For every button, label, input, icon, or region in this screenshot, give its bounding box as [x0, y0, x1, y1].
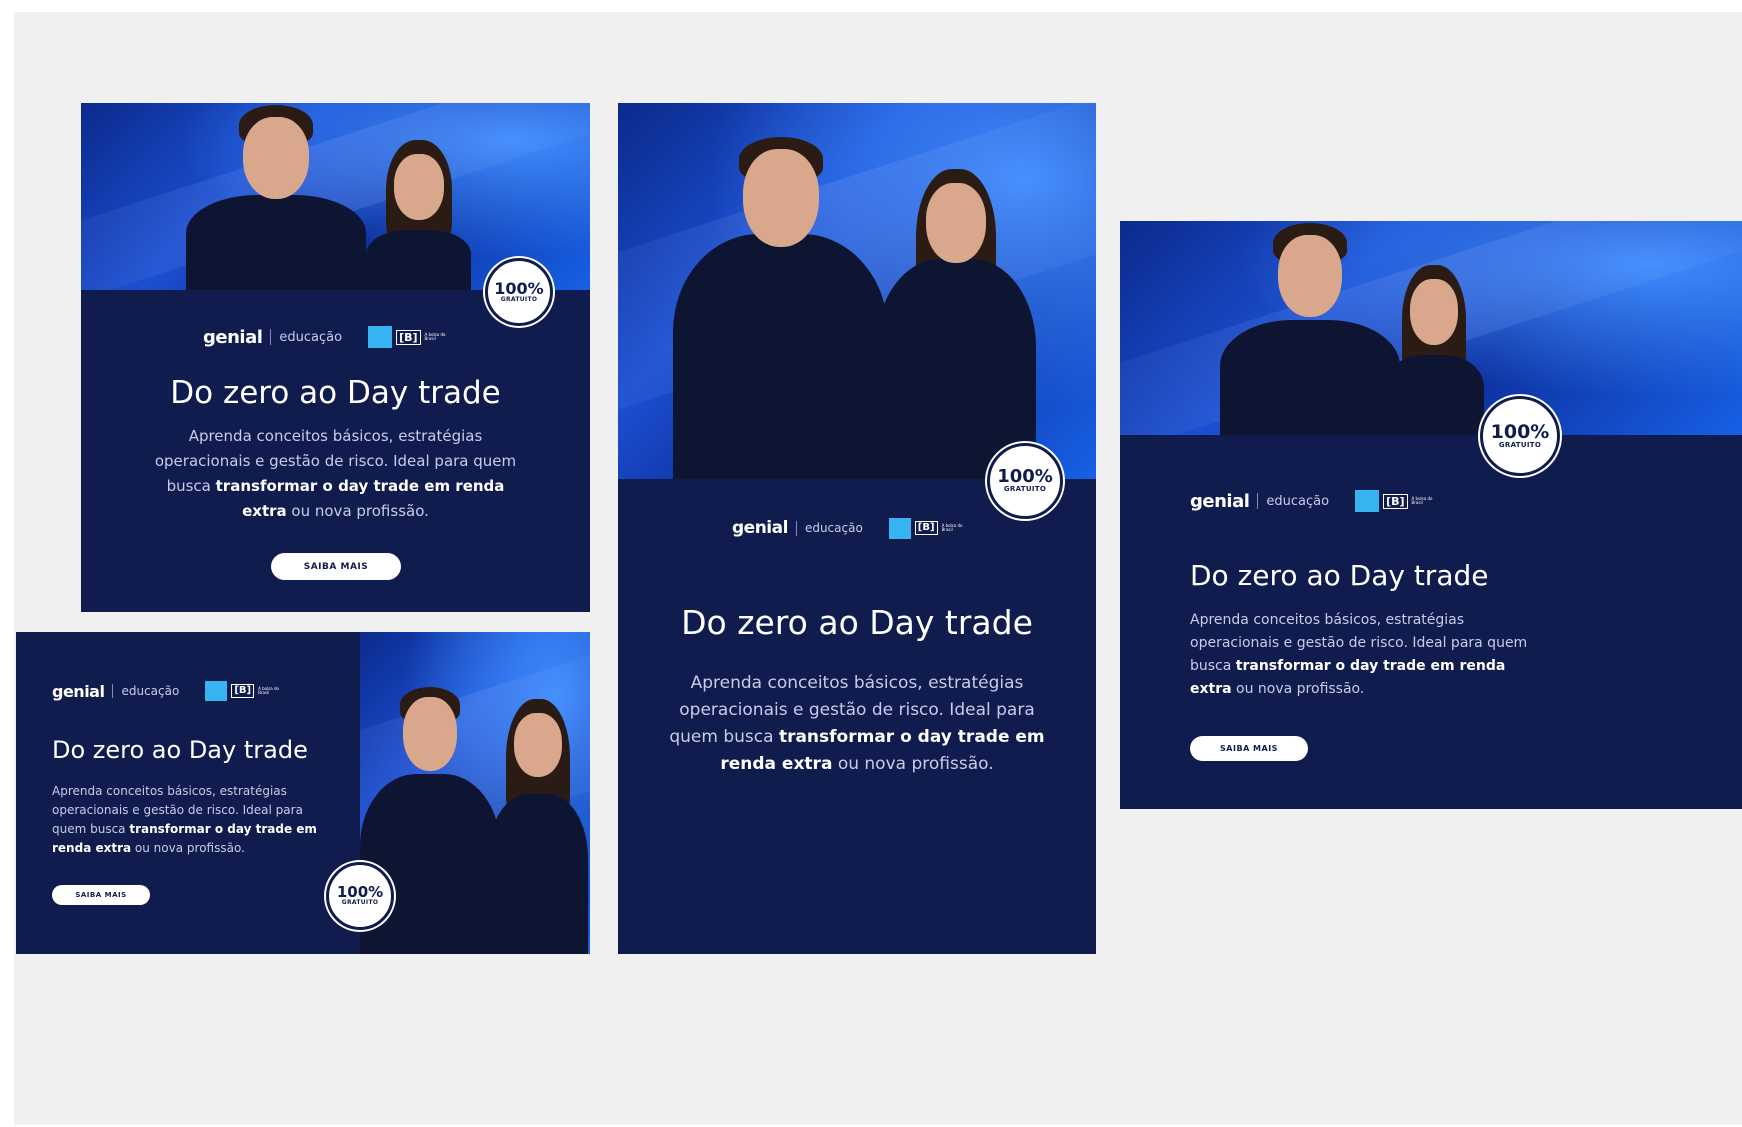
ad-body: Aprenda conceitos básicos, estratégias o… — [669, 673, 1045, 774]
presenter-man — [186, 103, 366, 290]
presenter-man — [673, 119, 888, 479]
logo-row: genial educação [B] A bolsa do Brasil — [732, 516, 966, 540]
presenter-woman — [488, 699, 588, 954]
genial-logo-icon: genial — [732, 518, 788, 538]
hero-photo — [1120, 221, 1742, 435]
genial-logo-icon: genial — [52, 681, 105, 701]
logo-row: genial educação [B] A bolsa do Brasil — [52, 680, 282, 702]
ad-card-square: 100% GRATUITO genial educação [B] A bols… — [81, 103, 590, 612]
badge-100-gratuito-icon: 100% GRATUITO — [485, 258, 553, 326]
logo-row: genial educação [B] A bolsa do Brasil — [1190, 489, 1438, 513]
hero-photo — [360, 632, 590, 954]
ad-card-landscape: 100% GRATUITO genial educação [B] A bols… — [16, 632, 590, 954]
ad-preview-board: 100% GRATUITO genial educação [B] A bols… — [14, 12, 1742, 1125]
b3-logo-icon: [B] A bolsa do Brasil — [368, 326, 450, 348]
badge-100-gratuito-icon: 100% GRATUITO — [326, 862, 394, 930]
saiba-mais-button[interactable]: SAIBA MAIS — [271, 553, 401, 580]
presenter-woman — [876, 169, 1036, 479]
logo-row: genial educação [B] A bolsa do Brasil — [203, 325, 451, 349]
b3-logo-icon: [B] A bolsa do Brasil — [205, 681, 282, 701]
ad-title: Do zero ao Day trade — [681, 603, 1033, 642]
b3-logo-icon: [B] A bolsa do Brasil — [1355, 490, 1437, 512]
ad-title: Do zero ao Day trade — [52, 736, 308, 764]
hero-photo — [618, 103, 1096, 479]
ad-title: Do zero ao Day trade — [170, 375, 501, 411]
ad-title: Do zero ao Day trade — [1190, 559, 1489, 592]
presenter-woman — [1384, 265, 1484, 435]
saiba-mais-button[interactable]: SAIBA MAIS — [52, 885, 150, 905]
genial-logo-icon: genial — [1190, 490, 1250, 512]
ad-body: Aprenda conceitos básicos, estratégias o… — [1190, 612, 1528, 697]
badge-100-gratuito-icon: 100% GRATUITO — [1480, 396, 1560, 476]
ad-card-medium: 100% GRATUITO genial educação [B] A bols… — [1120, 221, 1742, 809]
genial-logo-icon: genial — [203, 326, 263, 348]
ad-card-portrait: 100% GRATUITO genial educação [B] A bols… — [618, 103, 1096, 954]
presenter-woman — [366, 140, 471, 290]
badge-100-gratuito-icon: 100% GRATUITO — [987, 443, 1063, 519]
presenter-man — [1220, 221, 1400, 435]
b3-logo-icon: [B] A bolsa do Brasil — [888, 517, 966, 539]
ad-body: Aprenda conceitos básicos, estratégias o… — [52, 784, 317, 855]
ad-body: Aprenda conceitos básicos, estratégias o… — [154, 427, 517, 520]
saiba-mais-button[interactable]: SAIBA MAIS — [1190, 736, 1308, 761]
